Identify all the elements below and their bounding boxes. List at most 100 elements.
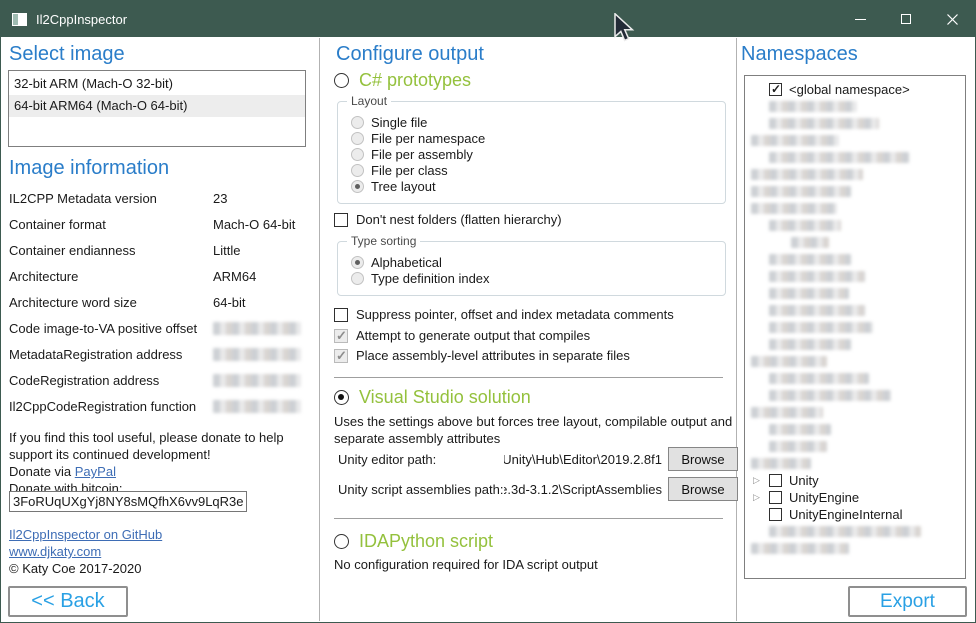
info-row: IL2CPP Metadata version23 <box>9 187 311 213</box>
output-checkbox[interactable]: Attempt to generate output that compiles <box>334 328 590 343</box>
radio-option[interactable]: File per class <box>351 162 717 178</box>
namespace-item[interactable]: <global namespace> <box>745 81 965 98</box>
expander-icon[interactable]: ▷ <box>751 492 769 503</box>
image-list-item[interactable]: 64-bit ARM64 (Mach-O 64-bit) <box>9 95 305 117</box>
namespace-item-redacted[interactable] <box>745 183 965 200</box>
info-row-value: ARM64 <box>213 269 256 284</box>
visual-studio-solution-label: Visual Studio solution <box>359 387 531 408</box>
app-icon <box>12 13 27 26</box>
info-row-value: 64-bit <box>213 295 246 310</box>
checkbox-icon <box>334 329 348 343</box>
info-row: MetadataRegistration address <box>9 343 311 369</box>
redacted-namespace-text <box>751 458 811 469</box>
minimize-button[interactable] <box>837 1 883 37</box>
maximize-button[interactable] <box>883 1 929 37</box>
flatten-hierarchy-checkbox[interactable]: Don't nest folders (flatten hierarchy) <box>334 212 562 227</box>
output-checkbox[interactable]: Place assembly-level attributes in separ… <box>334 348 630 363</box>
namespace-checkbox[interactable] <box>769 83 782 96</box>
layout-group-label: Layout <box>347 94 391 108</box>
radio-option[interactable]: Tree layout <box>351 178 717 194</box>
namespace-item-redacted[interactable] <box>745 132 965 149</box>
namespace-item-redacted[interactable] <box>745 115 965 132</box>
browse-editor-button[interactable]: Browse <box>668 447 738 471</box>
info-row: Container endiannessLittle <box>9 239 311 265</box>
redacted-namespace-text <box>751 203 837 214</box>
namespace-checkbox[interactable] <box>769 508 782 521</box>
namespace-item-redacted[interactable] <box>745 217 965 234</box>
back-button[interactable]: << Back <box>8 586 128 617</box>
info-row: Il2CppCodeRegistration function <box>9 395 311 421</box>
namespace-item-redacted[interactable] <box>745 149 965 166</box>
namespace-item-redacted[interactable] <box>745 523 965 540</box>
info-row: ArchitectureARM64 <box>9 265 311 291</box>
window-title: Il2CppInspector <box>36 12 837 27</box>
export-button[interactable]: Export <box>848 586 967 617</box>
expander-icon[interactable]: ▷ <box>751 475 769 486</box>
close-button[interactable] <box>929 1 975 37</box>
idapython-description: No configuration required for IDA script… <box>334 557 598 572</box>
image-list[interactable]: 32-bit ARM (Mach-O 32-bit)64-bit ARM64 (… <box>8 70 306 147</box>
redacted-namespace-text <box>769 305 865 316</box>
visual-studio-solution-radio[interactable]: Visual Studio solution <box>334 387 531 408</box>
redacted-namespace-text <box>751 186 851 197</box>
namespace-item-redacted[interactable] <box>745 540 965 557</box>
radio-icon <box>351 148 364 161</box>
namespace-item-redacted[interactable] <box>745 98 965 115</box>
namespace-item-redacted[interactable] <box>745 268 965 285</box>
namespace-item-redacted[interactable] <box>745 251 965 268</box>
radio-option[interactable]: Single file <box>351 114 717 130</box>
namespace-item-redacted[interactable] <box>745 438 965 455</box>
csharp-prototypes-label: C# prototypes <box>359 70 471 91</box>
radio-option-label: File per class <box>371 163 448 178</box>
namespace-item-redacted[interactable] <box>745 387 965 404</box>
namespace-item-redacted[interactable] <box>745 234 965 251</box>
namespace-item-redacted[interactable] <box>745 336 965 353</box>
output-checkbox[interactable]: Suppress pointer, offset and index metad… <box>334 307 674 322</box>
csharp-prototypes-radio[interactable]: C# prototypes <box>334 70 471 91</box>
browse-script-button[interactable]: Browse <box>668 477 738 501</box>
idapython-script-label: IDAPython script <box>359 531 493 552</box>
namespace-item-redacted[interactable] <box>745 404 965 421</box>
radio-option[interactable]: Type definition index <box>351 270 717 286</box>
info-row-label: Code image-to-VA positive offset <box>9 321 197 336</box>
namespace-item-redacted[interactable] <box>745 166 965 183</box>
bitcoin-address-field[interactable] <box>9 491 247 512</box>
unity-editor-path-value[interactable]: s\Unity\Hub\Editor\2019.2.8f1 <box>504 452 662 467</box>
namespace-checkbox[interactable] <box>769 491 782 504</box>
namespace-item[interactable]: UnityEngineInternal <box>745 506 965 523</box>
namespace-label: <global namespace> <box>789 82 910 97</box>
redacted-namespace-text <box>769 118 879 129</box>
unity-script-path-value[interactable]: ate.3d-3.1.2\ScriptAssemblies <box>504 482 662 497</box>
idapython-script-radio[interactable]: IDAPython script <box>334 531 493 552</box>
radio-option[interactable]: Alphabetical <box>351 254 717 270</box>
namespaces-list[interactable]: <global namespace> ▷Unity▷UnityEngineUnit… <box>744 75 966 579</box>
radio-option-label: Alphabetical <box>371 255 442 270</box>
namespace-checkbox[interactable] <box>769 474 782 487</box>
column-divider-right <box>736 38 737 621</box>
website-link[interactable]: www.djkaty.com <box>9 544 101 559</box>
redacted-namespace-text <box>769 254 851 265</box>
namespace-item-redacted[interactable] <box>745 370 965 387</box>
redacted-namespace-text <box>791 237 829 248</box>
type-sorting-groupbox: Type sorting AlphabeticalType definition… <box>337 241 726 296</box>
paypal-link[interactable]: PayPal <box>75 464 116 479</box>
namespace-item-redacted[interactable] <box>745 353 965 370</box>
namespace-item-redacted[interactable] <box>745 302 965 319</box>
radio-option[interactable]: File per assembly <box>351 146 717 162</box>
namespace-item[interactable]: ▷Unity <box>745 472 965 489</box>
radio-icon <box>351 132 364 145</box>
redacted-namespace-text <box>751 356 827 367</box>
image-list-item[interactable]: 32-bit ARM (Mach-O 32-bit) <box>9 73 305 95</box>
radio-option[interactable]: File per namespace <box>351 130 717 146</box>
namespace-item-redacted[interactable] <box>745 421 965 438</box>
namespace-item-redacted[interactable] <box>745 455 965 472</box>
app-window: Il2CppInspector Select image 32-bit ARM … <box>0 0 976 623</box>
namespace-item-redacted[interactable] <box>745 200 965 217</box>
namespace-item-redacted[interactable] <box>745 319 965 336</box>
github-link[interactable]: Il2CppInspector on GitHub <box>9 527 162 542</box>
namespace-item[interactable]: ▷UnityEngine <box>745 489 965 506</box>
namespace-item-redacted[interactable] <box>745 285 965 302</box>
redacted-namespace-text <box>769 441 827 452</box>
radio-option-label: File per assembly <box>371 147 473 162</box>
redacted-namespace-text <box>751 543 849 554</box>
